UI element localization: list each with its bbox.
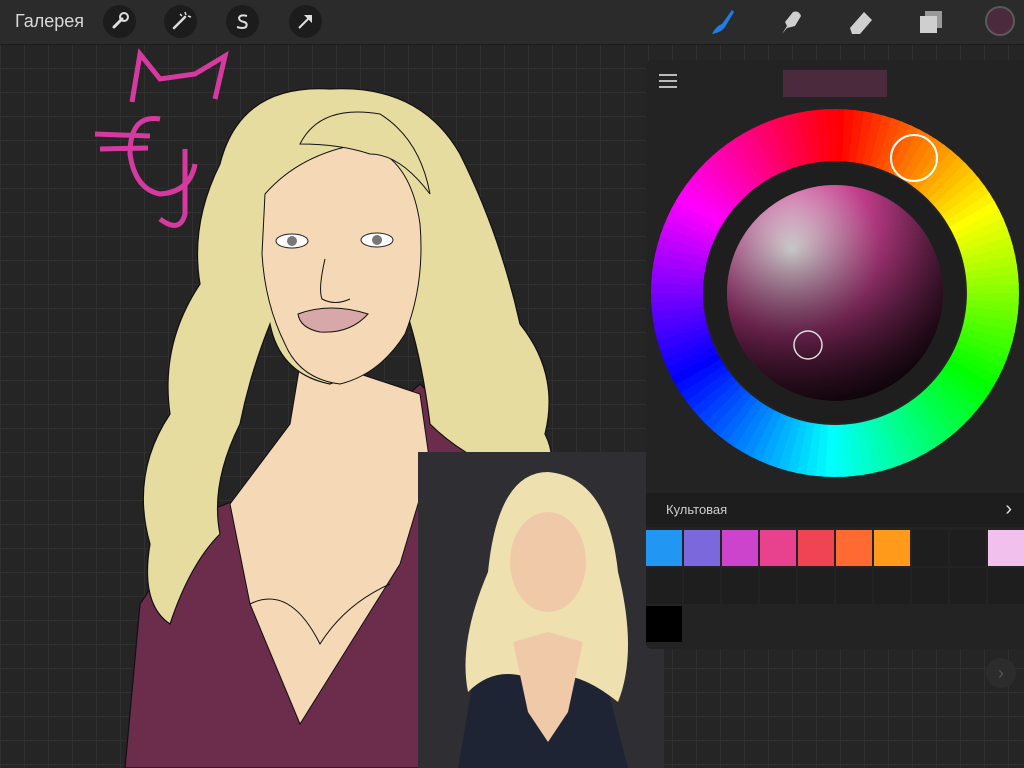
palette-swatch[interactable] xyxy=(874,530,910,566)
arrow-cursor-icon xyxy=(298,15,312,29)
palette-swatch[interactable] xyxy=(874,568,910,604)
reference-photo[interactable] xyxy=(418,452,664,768)
palette-swatch[interactable] xyxy=(950,530,986,566)
magic-wand-icon xyxy=(172,11,192,30)
palette-name: Культовая xyxy=(666,502,728,517)
palette-swatch[interactable] xyxy=(912,530,948,566)
layers-tool[interactable] xyxy=(912,4,948,40)
color-wheel[interactable] xyxy=(646,100,1024,520)
eraser-icon xyxy=(850,12,872,34)
color-panel: Культовая › xyxy=(646,60,1024,649)
palette-swatch[interactable] xyxy=(836,530,872,566)
color-picker-button[interactable] xyxy=(985,6,1015,36)
selection-button[interactable] xyxy=(226,5,259,38)
current-color-preview xyxy=(783,70,887,97)
layers-icon xyxy=(920,11,942,33)
palette-swatch[interactable] xyxy=(684,568,720,604)
brush-tool[interactable] xyxy=(704,4,740,40)
brush-icon xyxy=(712,10,734,34)
palette-swatch[interactable] xyxy=(646,568,682,604)
eraser-tool[interactable] xyxy=(842,4,878,40)
gallery-button[interactable]: Галерея xyxy=(15,11,84,32)
selection-s-icon xyxy=(236,14,248,29)
smudge-tool[interactable] xyxy=(773,4,809,40)
palette-swatch[interactable] xyxy=(950,568,986,604)
side-panel-handle[interactable]: › xyxy=(986,658,1016,688)
palette-swatch[interactable] xyxy=(646,530,682,566)
palette-swatch[interactable] xyxy=(760,530,796,566)
chevron-right-icon[interactable]: › xyxy=(1005,499,1012,519)
palette-swatch[interactable] xyxy=(912,568,948,604)
palette-swatch[interactable] xyxy=(988,530,1024,566)
transform-button[interactable] xyxy=(289,5,322,38)
smudge-icon xyxy=(782,11,801,34)
palette-swatch[interactable] xyxy=(646,606,682,642)
palette-swatches xyxy=(646,530,1024,645)
palette-swatch[interactable] xyxy=(760,568,796,604)
palette-swatch[interactable] xyxy=(798,530,834,566)
wrench-icon xyxy=(112,12,129,29)
actions-button[interactable] xyxy=(103,5,136,38)
palette-swatch[interactable] xyxy=(836,568,872,604)
palette-swatch[interactable] xyxy=(684,530,720,566)
reference-photo-image xyxy=(418,452,664,768)
adjustments-button[interactable] xyxy=(164,5,197,38)
top-toolbar: Галерея xyxy=(0,0,1024,45)
palette-swatch[interactable] xyxy=(798,568,834,604)
palette-header[interactable]: Культовая › xyxy=(646,493,1024,527)
palette-swatch[interactable] xyxy=(988,568,1024,604)
panel-menu-icon[interactable] xyxy=(659,74,677,90)
palette-swatch[interactable] xyxy=(722,568,758,604)
palette-swatch[interactable] xyxy=(722,530,758,566)
